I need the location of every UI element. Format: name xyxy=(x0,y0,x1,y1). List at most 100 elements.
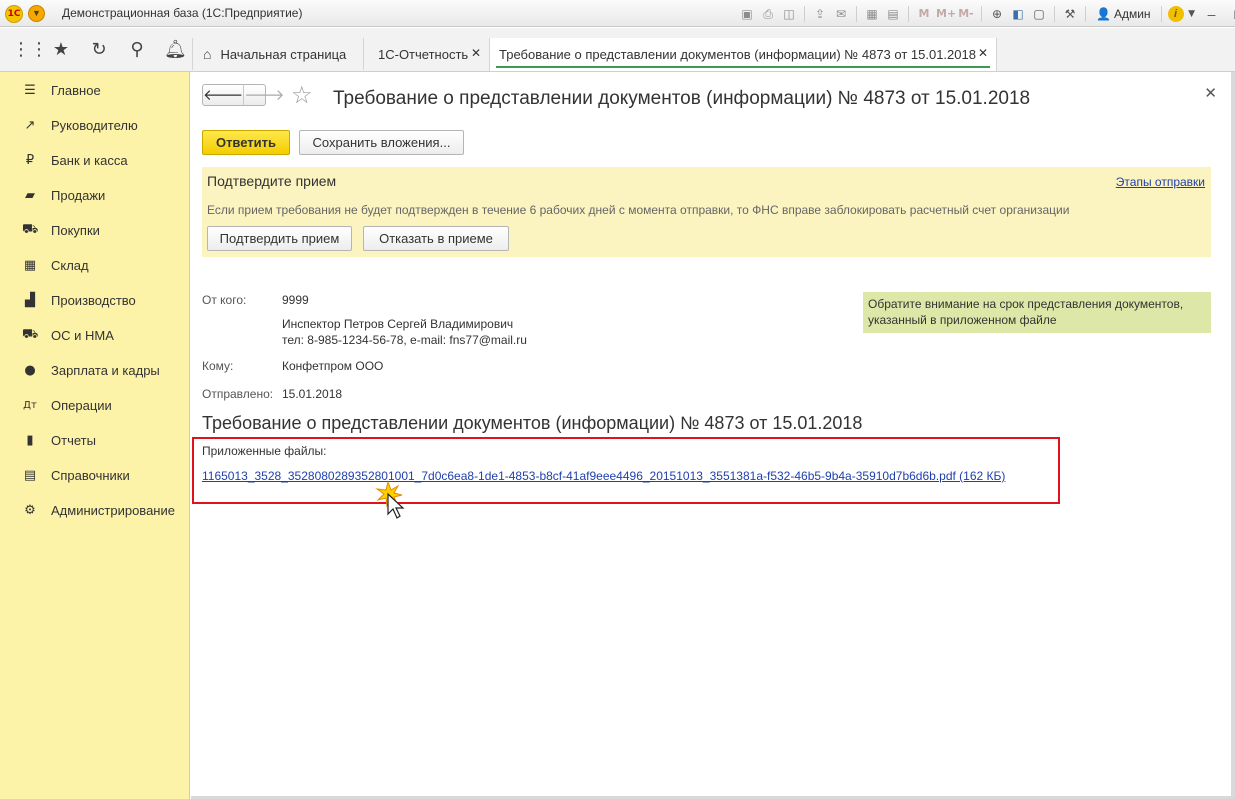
close-form-icon[interactable]: ✕ xyxy=(1204,84,1217,102)
grid-menu-icon[interactable]: ⋮⋮ xyxy=(12,39,48,61)
sidebar-item-bank[interactable]: ₽ Банк и касса xyxy=(0,143,190,178)
save-attachments-button[interactable]: Сохранить вложения... xyxy=(299,130,464,155)
debit-credit-icon: Дт xyxy=(23,400,37,411)
minimize-button[interactable]: – xyxy=(1200,6,1224,22)
1c-logo-icon: 1С xyxy=(5,5,23,23)
back-arrow-icon[interactable]: 🡐 xyxy=(203,85,243,105)
sidebar-item-label: Главное xyxy=(51,83,101,98)
favorite-star-icon[interactable]: ☆ xyxy=(291,81,313,109)
bag-icon: ▰ xyxy=(25,188,35,203)
reply-button[interactable]: Ответить xyxy=(202,130,290,155)
app-title: Демонстрационная база (1С:Предприятие) xyxy=(62,6,303,20)
zoom-icon[interactable]: ⊕ xyxy=(988,5,1006,23)
sidebar-item-label: Банк и касса xyxy=(51,153,128,168)
book-icon: ▤ xyxy=(23,468,37,483)
toolbar-separator xyxy=(908,5,909,22)
memory-plus-button[interactable]: M+ xyxy=(936,5,956,23)
sidebar-item-admin[interactable]: ⚙ Администрирование xyxy=(0,493,190,528)
tab-home[interactable]: ⌂ Начальная страница xyxy=(192,38,362,70)
sent-value: 15.01.2018 xyxy=(282,387,343,401)
memory-m-button[interactable]: M xyxy=(915,5,933,23)
form-title: Требование о представлении документов (и… xyxy=(333,88,1031,109)
upload-icon[interactable]: ⇪ xyxy=(811,5,829,23)
title-toolbar: ▣ ⎙ ◫ ⇪ ✉ ▦ ▤ M M+ M- ⊕ ◧ ▢ ⚒ 👤 Админ i … xyxy=(738,4,1235,23)
home-icon: ⌂ xyxy=(203,46,212,62)
sidebar-item-label: Зарплата и кадры xyxy=(51,363,160,378)
toolbar-separator xyxy=(981,5,982,22)
panel-icon[interactable]: ◧ xyxy=(1009,5,1027,23)
from-name: Инспектор Петров Сергей Владимирович xyxy=(282,317,514,331)
sidebar-item-assets[interactable]: ⛟ ОС и НМА xyxy=(0,318,190,353)
wrench-icon[interactable]: ⚒ xyxy=(1061,5,1079,23)
bar-chart-icon: ▮ xyxy=(26,433,34,448)
toolbar-separator xyxy=(804,5,805,22)
calculator-icon[interactable]: ▦ xyxy=(863,5,881,23)
bell-icon[interactable]: 🔔︎ xyxy=(164,39,187,61)
panel-icons: ⋮⋮ ★ ↻ ⚲ 🔔︎ xyxy=(0,28,190,71)
search-icon[interactable]: ⚲ xyxy=(126,39,148,61)
maximize-button[interactable]: □ xyxy=(1227,6,1235,22)
print-icon[interactable]: ⎙ xyxy=(759,5,777,23)
sidebar-item-label: Операции xyxy=(51,398,112,413)
forward-arrow-icon[interactable]: 🡒 xyxy=(243,85,284,105)
history-nav: 🡐 🡒 xyxy=(202,84,284,106)
confirm-receipt-button[interactable]: Подтвердить прием xyxy=(207,226,352,251)
close-tab-icon[interactable]: ✕ xyxy=(471,46,481,60)
toolbar-separator xyxy=(856,5,857,22)
sidebar-item-label: Продажи xyxy=(51,188,106,203)
sidebar-item-reports[interactable]: ▮ Отчеты xyxy=(0,423,190,458)
sidebar-item-purchases[interactable]: ⛟ Покупки xyxy=(0,213,190,248)
main-menu-button[interactable]: ▼ xyxy=(28,5,45,22)
chevron-down-icon[interactable]: ▼ xyxy=(1187,5,1197,23)
toolbar-separator xyxy=(1054,5,1055,22)
factory-icon: ▟ xyxy=(25,293,35,308)
window-icon[interactable]: ▢ xyxy=(1030,5,1048,23)
confirm-notice-panel: Подтвердите прием Этапы отправки Если пр… xyxy=(202,167,1211,257)
sidebar-item-payroll[interactable]: ● Зарплата и кадры xyxy=(0,353,190,388)
person-icon: ● xyxy=(24,363,36,378)
sidebar-item-label: Администрирование xyxy=(51,503,175,518)
mail-icon[interactable]: ✉ xyxy=(832,5,850,23)
window-edge xyxy=(1231,72,1235,799)
tab-bar: ⋮⋮ ★ ↻ ⚲ 🔔︎ ⌂ Начальная страница 1С-Отче… xyxy=(0,28,1235,72)
sent-label: Отправлено: xyxy=(202,387,274,401)
sidebar-item-warehouse[interactable]: ▦ Склад xyxy=(0,248,190,283)
sidebar-item-label: Руководителю xyxy=(51,118,138,133)
save-icon[interactable]: ▣ xyxy=(738,5,756,23)
sidebar-item-main[interactable]: ☰ Главное xyxy=(0,73,190,108)
star-favorites-icon[interactable]: ★ xyxy=(50,39,72,61)
tab-reporting[interactable]: 1С-Отчетность ✕ xyxy=(363,38,489,70)
click-cursor-icon xyxy=(375,480,405,519)
to-label: Кому: xyxy=(202,359,234,373)
history-icon[interactable]: ↻ xyxy=(88,39,110,61)
close-tab-icon[interactable]: ✕ xyxy=(978,46,988,60)
toolbar-separator xyxy=(1085,5,1086,22)
notice-text: Если прием требования не будет подтвержд… xyxy=(207,203,1070,217)
from-code: 9999 xyxy=(282,293,309,307)
user-menu[interactable]: 👤 Админ xyxy=(1096,7,1151,21)
send-stages-link[interactable]: Этапы отправки xyxy=(1116,175,1205,189)
gear-icon: ⚙ xyxy=(24,503,36,518)
cart-icon: ⛟ xyxy=(22,222,39,237)
to-value: Конфетпром ООО xyxy=(282,359,384,373)
sidebar-item-label: Склад xyxy=(51,258,89,273)
tab-requirement[interactable]: Требование о представлении документов (и… xyxy=(489,38,997,71)
sidebar-item-production[interactable]: ▟ Производство xyxy=(0,283,190,318)
sidebar-item-manager[interactable]: ↗ Руководителю xyxy=(0,108,190,143)
tab-label: Требование о представлении документов (и… xyxy=(499,47,976,62)
memory-minus-button[interactable]: M- xyxy=(957,5,975,23)
toolbar-separator xyxy=(1160,5,1162,22)
user-icon: 👤 xyxy=(1096,6,1111,21)
preview-icon[interactable]: ◫ xyxy=(780,5,798,23)
deadline-hint: Обратите внимание на срок представления … xyxy=(863,292,1211,333)
sidebar-item-operations[interactable]: Дт Операции xyxy=(0,388,190,423)
sidebar-item-directories[interactable]: ▤ Справочники xyxy=(0,458,190,493)
calendar-icon[interactable]: ▤ xyxy=(884,5,902,23)
menu-icon: ☰ xyxy=(24,83,36,98)
ruble-icon: ₽ xyxy=(25,153,35,168)
reject-receipt-button[interactable]: Отказать в приеме xyxy=(363,226,509,251)
attached-file-link[interactable]: 1165013_3528_3528080289352801001_7d0c6ea… xyxy=(202,469,1005,483)
sidebar-item-sales[interactable]: ▰ Продажи xyxy=(0,178,190,213)
info-icon[interactable]: i xyxy=(1167,5,1184,22)
attached-files-label: Приложенные файлы: xyxy=(202,444,327,458)
